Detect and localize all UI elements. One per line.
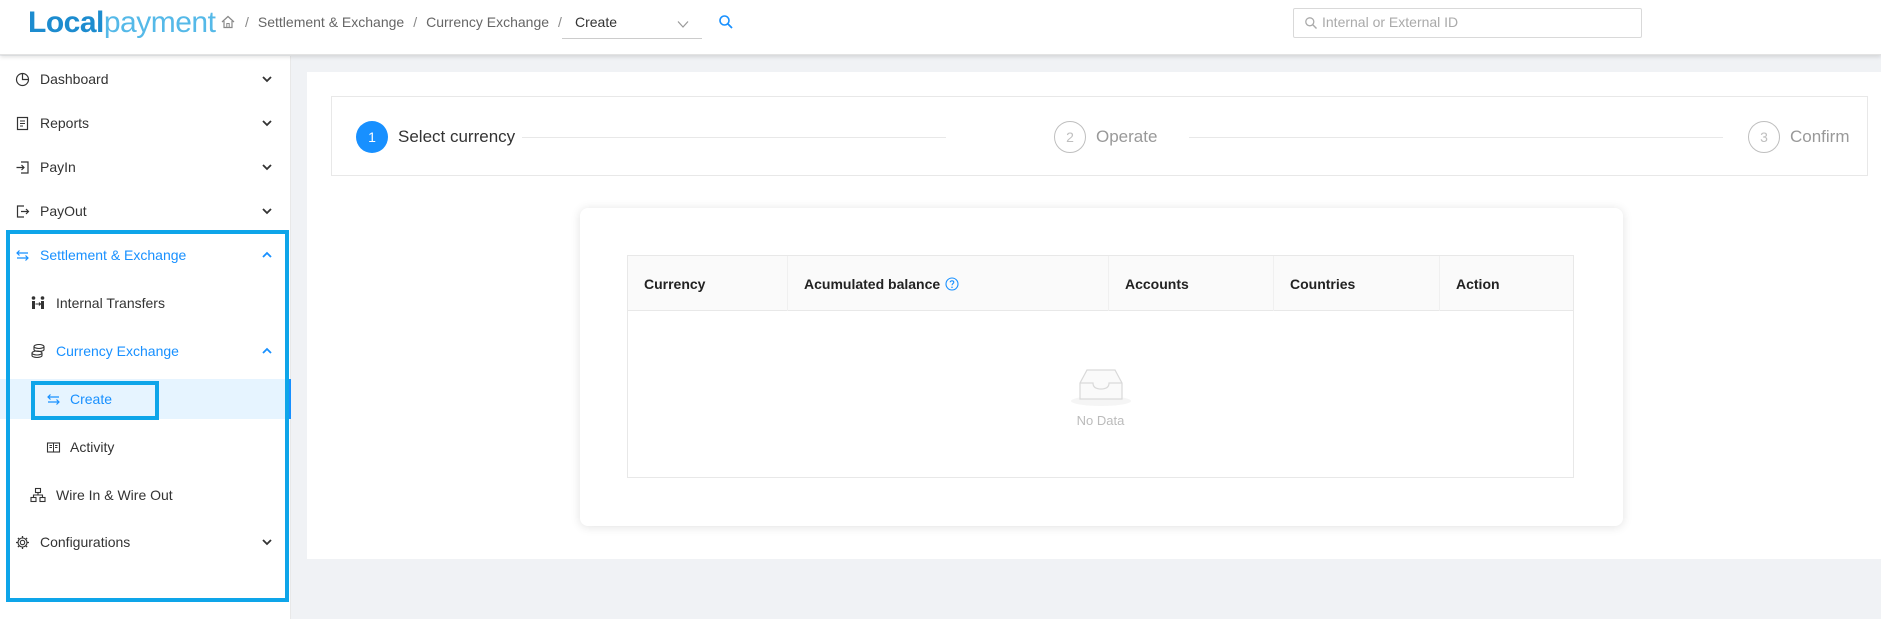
swap-icon xyxy=(45,391,61,407)
id-search-placeholder: Internal or External ID xyxy=(1322,14,1459,30)
home-icon[interactable] xyxy=(220,14,236,30)
chevron-up-icon xyxy=(260,248,274,262)
logo[interactable]: Local payment xyxy=(28,6,216,40)
sidebar-item-payout[interactable]: PayOut xyxy=(0,191,291,231)
step-2-label: Operate xyxy=(1096,127,1158,146)
top-header: Local payment / Settlement & Exchange / C… xyxy=(0,0,1881,55)
chevron-down-icon xyxy=(260,204,274,218)
sidebar-item-internal-transfers[interactable]: Internal Transfers xyxy=(0,283,291,323)
id-search-input[interactable]: Internal or External ID xyxy=(1293,8,1642,38)
breadcrumb-settlement-exchange[interactable]: Settlement & Exchange xyxy=(258,14,404,30)
breadcrumb-currency-exchange[interactable]: Currency Exchange xyxy=(426,14,549,30)
logout-icon xyxy=(14,203,30,219)
currency-table: Currency Acumulated balance Accounts Cou… xyxy=(627,255,1574,478)
step-3-label: Confirm xyxy=(1790,127,1850,146)
column-header-label: Acumulated balance xyxy=(804,275,941,292)
sidebar-item-label: Wire In & Wire Out xyxy=(56,487,173,503)
empty-state: No Data xyxy=(628,312,1573,478)
pie-chart-icon xyxy=(14,71,30,87)
column-header-label: Countries xyxy=(1290,275,1356,292)
chevron-down-icon xyxy=(260,72,274,86)
logo-text-part1: Local xyxy=(28,6,104,39)
column-header-action: Action xyxy=(1440,256,1573,311)
step-1-label: Select currency xyxy=(398,127,516,146)
search-icon[interactable] xyxy=(718,14,734,30)
page-select-value: Create xyxy=(575,14,618,30)
chevron-down-icon xyxy=(260,116,274,130)
report-icon xyxy=(14,115,30,131)
page-select-dropdown[interactable]: Create xyxy=(562,8,702,39)
breadcrumb-separator: / xyxy=(245,14,249,30)
stepper: 1 Select currency 2 Operate 3 Confirm xyxy=(331,96,1868,176)
sidebar-item-label: Activity xyxy=(70,439,115,455)
sidebar-item-dashboard[interactable]: Dashboard xyxy=(0,59,291,99)
sidebar-item-activity[interactable]: Activity xyxy=(0,427,291,467)
column-header-currency: Currency xyxy=(628,256,788,311)
sidebar-item-label: Internal Transfers xyxy=(56,295,165,311)
sidebar-item-wire-in-out[interactable]: Wire In & Wire Out xyxy=(0,475,291,515)
gear-icon xyxy=(14,534,30,550)
chevron-down-icon xyxy=(260,160,274,174)
column-header-label: Currency xyxy=(644,275,706,292)
step-1-circle: 1 xyxy=(356,121,388,153)
sidebar-item-label: Reports xyxy=(40,115,90,131)
currency-card: Currency Acumulated balance Accounts Cou… xyxy=(580,208,1623,526)
step-2-circle: 2 xyxy=(1054,121,1086,153)
column-header-balance: Acumulated balance xyxy=(788,256,1109,311)
book-icon xyxy=(45,439,61,455)
step-3-circle: 3 xyxy=(1748,121,1780,153)
sidebar-item-label: Configurations xyxy=(40,534,131,550)
sidebar-item-label: Settlement & Exchange xyxy=(40,247,187,263)
column-header-accounts: Accounts xyxy=(1109,256,1274,311)
sidebar-item-label: PayIn xyxy=(40,159,76,175)
network-icon xyxy=(30,487,46,503)
help-icon[interactable] xyxy=(945,276,959,291)
sidebar-item-currency-exchange[interactable]: Currency Exchange xyxy=(0,331,291,371)
search-icon xyxy=(1304,16,1318,30)
swap-icon xyxy=(14,247,30,263)
sidebar: Dashboard Reports PayIn PayOut Settlemen… xyxy=(0,56,291,619)
breadcrumb-separator: / xyxy=(413,14,418,30)
empty-inbox-icon xyxy=(1068,363,1134,407)
sidebar-item-create[interactable]: Create xyxy=(0,379,291,419)
sidebar-item-label: Dashboard xyxy=(40,71,109,87)
sidebar-item-configurations[interactable]: Configurations xyxy=(0,522,291,562)
logo-text-part2: payment xyxy=(103,6,216,39)
coins-icon xyxy=(30,343,46,359)
column-header-countries: Countries xyxy=(1274,256,1440,311)
sidebar-item-settlement-exchange[interactable]: Settlement & Exchange xyxy=(0,235,291,275)
column-header-label: Accounts xyxy=(1125,275,1189,292)
empty-state-text: No Data xyxy=(1076,412,1125,428)
sidebar-item-label: Currency Exchange xyxy=(56,343,179,359)
sidebar-item-label: PayOut xyxy=(40,203,87,219)
step-connector xyxy=(522,137,946,138)
sidebar-item-payin[interactable]: PayIn xyxy=(0,147,291,187)
chevron-down-icon xyxy=(260,535,274,549)
sidebar-item-reports[interactable]: Reports xyxy=(0,103,291,143)
chevron-down-icon xyxy=(676,17,690,31)
login-icon xyxy=(14,159,30,175)
table-header: Currency Acumulated balance Accounts Cou… xyxy=(628,256,1573,311)
main-content: 1 Select currency 2 Operate 3 Confirm Cu… xyxy=(307,72,1881,559)
sidebar-item-label: Create xyxy=(70,391,113,407)
column-header-label: Action xyxy=(1456,275,1500,292)
chevron-up-icon xyxy=(260,344,274,358)
transfer-people-icon xyxy=(30,295,46,311)
breadcrumb: / Settlement & Exchange / Currency Excha… xyxy=(220,12,571,32)
step-connector xyxy=(1189,137,1723,138)
